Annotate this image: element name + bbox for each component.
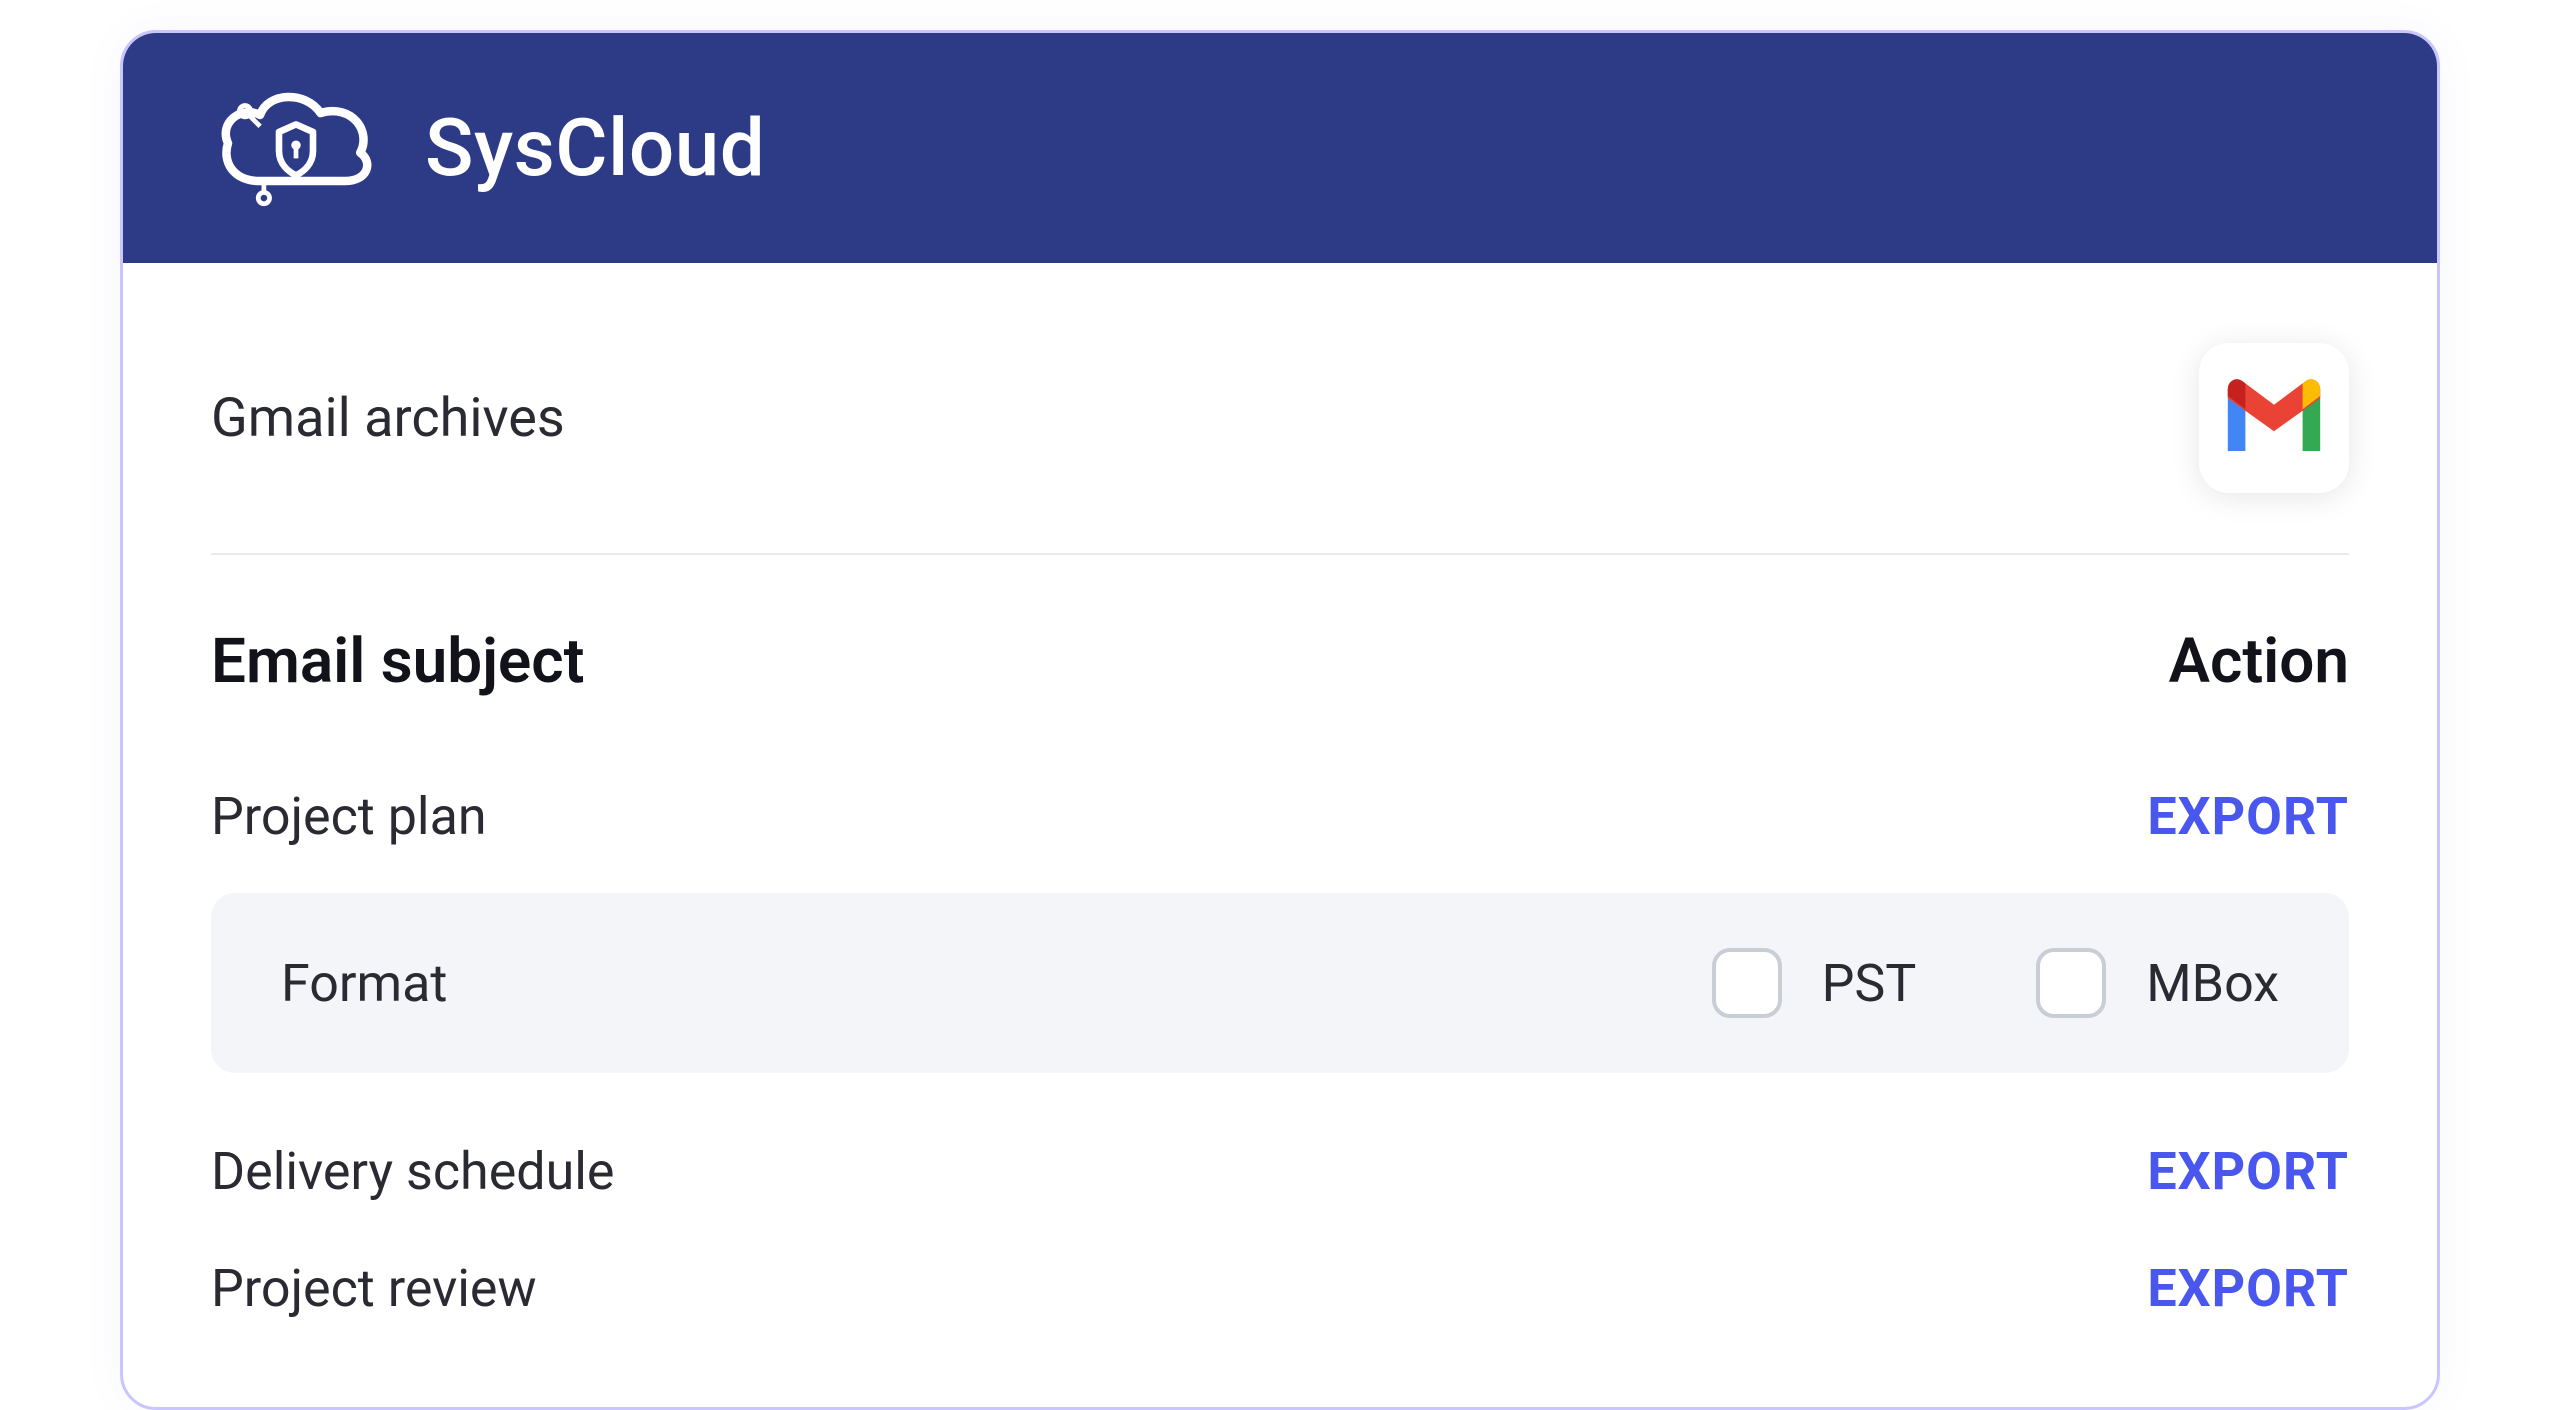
email-row: Project plan EXPORT bbox=[211, 758, 2349, 875]
brand-name: SysCloud bbox=[425, 101, 765, 195]
col-header-subject: Email subject bbox=[211, 625, 584, 698]
format-option-label: MBox bbox=[2146, 953, 2279, 1014]
email-row: Project review EXPORT bbox=[211, 1230, 2349, 1347]
email-subject: Project plan bbox=[211, 786, 487, 847]
checkbox-pst[interactable] bbox=[1712, 948, 1782, 1018]
section-header-row: Gmail archives bbox=[211, 343, 2349, 555]
app-header: SysCloud bbox=[123, 33, 2437, 263]
email-row: Delivery schedule EXPORT bbox=[211, 1113, 2349, 1230]
export-button[interactable]: EXPORT bbox=[2147, 1141, 2349, 1202]
col-header-action: Action bbox=[2169, 625, 2349, 698]
section-title: Gmail archives bbox=[211, 387, 565, 450]
format-panel: Format PST MBox bbox=[211, 893, 2349, 1073]
format-option-mbox: MBox bbox=[2036, 948, 2279, 1018]
email-subject: Delivery schedule bbox=[211, 1141, 614, 1202]
email-subject: Project review bbox=[211, 1258, 537, 1319]
export-button[interactable]: EXPORT bbox=[2147, 1258, 2349, 1319]
export-button[interactable]: EXPORT bbox=[2147, 786, 2349, 847]
syscloud-logo-icon bbox=[211, 83, 381, 213]
checkbox-mbox[interactable] bbox=[2036, 948, 2106, 1018]
app-card: SysCloud Gmail archives Email subject Ac… bbox=[120, 30, 2440, 1410]
format-option-pst: PST bbox=[1712, 948, 1917, 1018]
card-body: Gmail archives Email subject Action Proj… bbox=[123, 263, 2437, 1407]
format-options: PST MBox bbox=[1712, 948, 2279, 1018]
format-option-label: PST bbox=[1822, 953, 1917, 1014]
table-header-row: Email subject Action bbox=[211, 625, 2349, 698]
format-label: Format bbox=[281, 953, 447, 1014]
gmail-icon bbox=[2199, 343, 2349, 493]
